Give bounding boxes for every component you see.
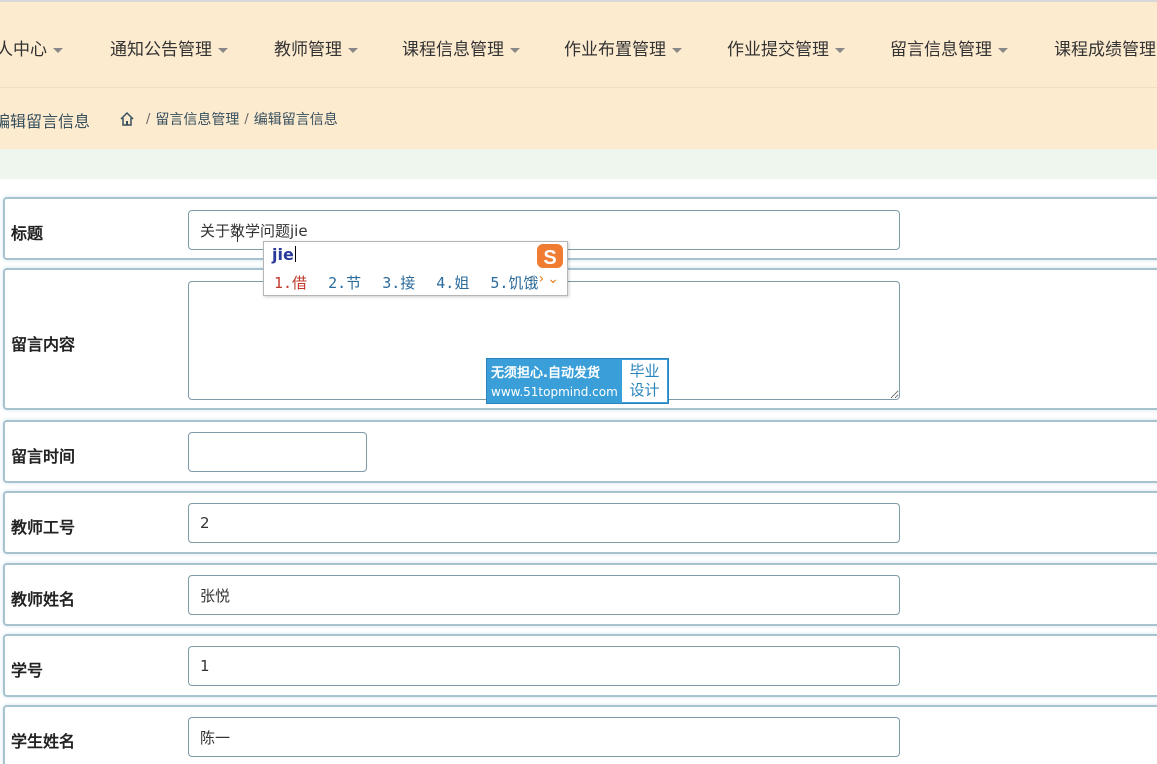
caret-down-icon [348,47,358,53]
form-row-student-name: 学生姓名 [3,705,1157,764]
home-icon[interactable] [119,111,135,127]
teacher-id-label: 教师工号 [11,518,76,537]
top-nav: 人中心 通知公告管理 教师管理 课程信息管理 作业布置管理 作业提交管理 留言信… [0,0,1157,87]
student-id-input[interactable] [188,646,900,686]
breadcrumb: / 留言信息管理 / 编辑留言信息 [119,109,338,129]
svg-text:S: S [543,247,556,269]
nav-item-course[interactable]: 课程信息管理 [402,35,520,60]
form-row-time: 留言时间 [3,420,1157,483]
nav-item-label: 课程信息管理 [402,40,504,60]
title-label: 标题 [11,224,44,243]
breadcrumb-bar: 编辑留言信息 / 留言信息管理 / 编辑留言信息 [0,87,1157,149]
watermark-text: 无须担心.自动发货 www.51topmind.com [491,364,618,402]
nav-item-label: 课程成绩管理 [1054,40,1156,60]
student-name-label: 学生姓名 [11,732,76,751]
caret-down-icon [835,47,845,53]
watermark-badge: 毕业 设计 [622,360,667,402]
page-title: 编辑留言信息 [0,112,91,131]
student-id-label: 学号 [11,661,44,680]
nav-item-label: 留言信息管理 [890,40,992,60]
nav-item-message[interactable]: 留言信息管理 [890,35,1008,60]
teacher-name-input[interactable] [188,575,900,615]
form-row-teacher-name: 教师姓名 [3,563,1157,626]
watermark-line1: 无须担心.自动发货 [491,366,600,381]
student-name-input[interactable] [188,717,900,757]
ime-candidate-window: jie S 1.借 2.节 3.接 4.姐 5.饥饿 ‹ › ⌄ [263,241,568,296]
form-row-teacher-id: 教师工号 [3,491,1157,554]
form-row-student-id: 学号 [3,634,1157,697]
sogou-s-icon: S [537,244,563,269]
caret-down-icon [672,47,682,53]
nav-item-label: 人中心 [0,40,47,60]
nav-item-personal-center[interactable]: 人中心 [0,35,63,60]
nav-item-notice[interactable]: 通知公告管理 [110,35,228,60]
ime-candidate[interactable]: 1.借 [274,274,307,292]
nav-item-label: 作业提交管理 [727,40,829,60]
teacher-id-input[interactable] [188,503,900,543]
chevron-left-icon[interactable]: ‹ [530,271,536,287]
spacer-bar [0,149,1157,179]
nav-item-label: 教师管理 [274,40,342,60]
watermark-url: www.51topmind.com [491,385,618,399]
nav-item-label: 通知公告管理 [110,40,212,60]
chevron-right-icon[interactable]: › [539,271,545,287]
ime-candidate[interactable]: 4.姐 [436,274,469,292]
caret-down-icon [510,47,520,53]
watermark-banner: 无须担心.自动发货 www.51topmind.com 毕业 设计 [486,358,669,404]
breadcrumb-separator: / [244,111,249,127]
watermark-badge-line1: 毕业 [629,362,660,380]
ime-candidate[interactable]: 3.接 [382,274,415,292]
content-label: 留言内容 [11,335,76,354]
nav-item-teacher[interactable]: 教师管理 [274,35,358,60]
breadcrumb-separator: / [146,111,151,127]
text-cursor-icon [237,228,244,242]
watermark-badge-line2: 设计 [629,381,660,399]
nav-item-homework-submit[interactable]: 作业提交管理 [727,35,845,60]
time-input[interactable] [188,432,367,472]
time-label: 留言时间 [11,447,76,466]
ime-candidate-list: 1.借 2.节 3.接 4.姐 5.饥饿 [274,272,550,293]
teacher-name-label: 教师姓名 [11,590,76,609]
ime-composition: jie [272,245,294,264]
breadcrumb-parent-link[interactable]: 留言信息管理 [155,109,239,129]
form-row-title: 标题 [3,197,1157,260]
ime-nav: ‹ › ⌄ [527,271,559,287]
nav-item-label: 作业布置管理 [564,40,666,60]
caret-down-icon [53,47,63,53]
chevron-down-icon[interactable]: ⌄ [547,271,559,287]
breadcrumb-current: 编辑留言信息 [253,112,338,128]
ime-candidate[interactable]: 2.节 [328,274,361,292]
caret-down-icon [998,47,1008,53]
nav-item-grades[interactable]: 课程成绩管理 [1054,35,1156,60]
nav-item-homework-assign[interactable]: 作业布置管理 [564,35,682,60]
caret-down-icon [218,47,228,53]
